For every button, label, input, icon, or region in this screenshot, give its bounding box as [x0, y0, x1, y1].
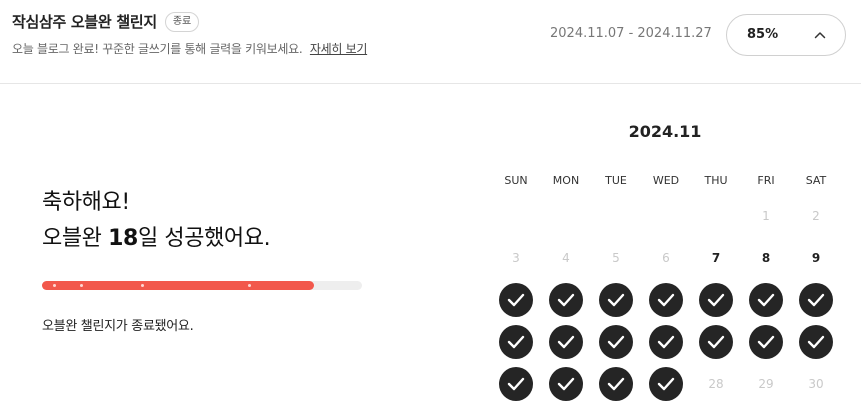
check-icon — [557, 293, 575, 307]
title-row: 작심삼주 오블완 챌린지 종료 — [12, 11, 200, 32]
progress-toggle-button[interactable]: 85% — [726, 14, 846, 56]
check-icon — [657, 335, 675, 349]
check-icon — [657, 377, 675, 391]
challenge-description-row: 오늘 블로그 완료! 꾸준한 글쓰기를 통해 글력을 키워보세요. 자세히 보기 — [12, 40, 367, 57]
weekday-fri: FRI — [757, 174, 775, 187]
day-completed — [649, 367, 683, 401]
day-completed — [499, 367, 533, 401]
challenge-description: 오늘 블로그 완료! 꾸준한 글쓰기를 통해 글력을 키워보세요. — [12, 42, 303, 56]
check-icon — [707, 293, 725, 307]
day-completed — [649, 283, 683, 317]
progress-marker — [53, 284, 56, 287]
weekday-thu: THU — [704, 174, 728, 187]
day-completed — [799, 283, 833, 317]
day-completed — [499, 325, 533, 359]
day-completed — [599, 325, 633, 359]
day-completed — [499, 283, 533, 317]
day-completed — [599, 367, 633, 401]
challenge-title: 작심삼주 오블완 챌린지 — [12, 13, 157, 31]
check-icon — [757, 293, 775, 307]
check-icon — [557, 335, 575, 349]
day-completed — [649, 325, 683, 359]
day-cell: 30 — [808, 377, 824, 391]
day-cell: 1 — [762, 209, 770, 223]
weekday-wed: WED — [652, 174, 680, 187]
day-cell: 7 — [711, 251, 721, 265]
check-icon — [607, 377, 625, 391]
check-icon — [607, 293, 625, 307]
day-completed — [599, 283, 633, 317]
weekday-sun: SUN — [504, 174, 528, 187]
congrats-line-2: 오블완 18일 성공했어요. — [42, 221, 271, 257]
progress-percent: 85% — [747, 27, 779, 42]
day-cell: 28 — [708, 377, 724, 391]
check-icon — [607, 335, 625, 349]
day-completed — [749, 325, 783, 359]
day-completed — [699, 283, 733, 317]
check-icon — [657, 293, 675, 307]
day-cell: 4 — [562, 251, 570, 265]
congrats-message: 축하해요! 오블완 18일 성공했어요. — [42, 185, 271, 257]
challenge-end-message: 오블완 챌린지가 종료됐어요. — [42, 319, 194, 334]
weekday-mon: MON — [552, 174, 580, 187]
check-icon — [807, 335, 825, 349]
check-icon — [507, 377, 525, 391]
check-icon — [507, 335, 525, 349]
calendar-month: 2024.11 — [628, 122, 702, 141]
chevron-up-icon — [814, 32, 826, 39]
day-cell: 9 — [811, 251, 821, 265]
status-badge: 종료 — [164, 11, 200, 32]
progress-bar — [42, 281, 362, 290]
day-completed — [749, 283, 783, 317]
congrats-suffix: 일 성공했어요. — [137, 226, 271, 251]
day-completed — [699, 325, 733, 359]
check-icon — [707, 335, 725, 349]
progress-marker — [80, 284, 83, 287]
check-icon — [507, 293, 525, 307]
congrats-line-1: 축하해요! — [42, 190, 130, 215]
day-completed — [549, 367, 583, 401]
weekday-tue: TUE — [605, 174, 627, 187]
day-cell: 29 — [758, 377, 774, 391]
challenge-header: 작심삼주 오블완 챌린지 종료 오늘 블로그 완료! 꾸준한 글쓰기를 통해 글… — [0, 0, 861, 84]
day-cell: 5 — [612, 251, 620, 265]
day-completed — [549, 283, 583, 317]
weekday-sat: SAT — [805, 174, 827, 187]
day-completed — [799, 325, 833, 359]
progress-marker — [248, 284, 251, 287]
success-count: 18 — [108, 226, 138, 251]
check-icon — [807, 293, 825, 307]
check-icon — [557, 377, 575, 391]
day-cell: 3 — [512, 251, 520, 265]
date-range: 2024.11.07 - 2024.11.27 — [550, 26, 712, 41]
day-cell: 2 — [812, 209, 820, 223]
day-completed — [549, 325, 583, 359]
day-cell: 8 — [761, 251, 771, 265]
detail-link[interactable]: 자세히 보기 — [310, 42, 368, 56]
progress-marker — [141, 284, 144, 287]
day-cell: 6 — [662, 251, 670, 265]
check-icon — [757, 335, 775, 349]
congrats-prefix: 오블완 — [42, 226, 109, 251]
